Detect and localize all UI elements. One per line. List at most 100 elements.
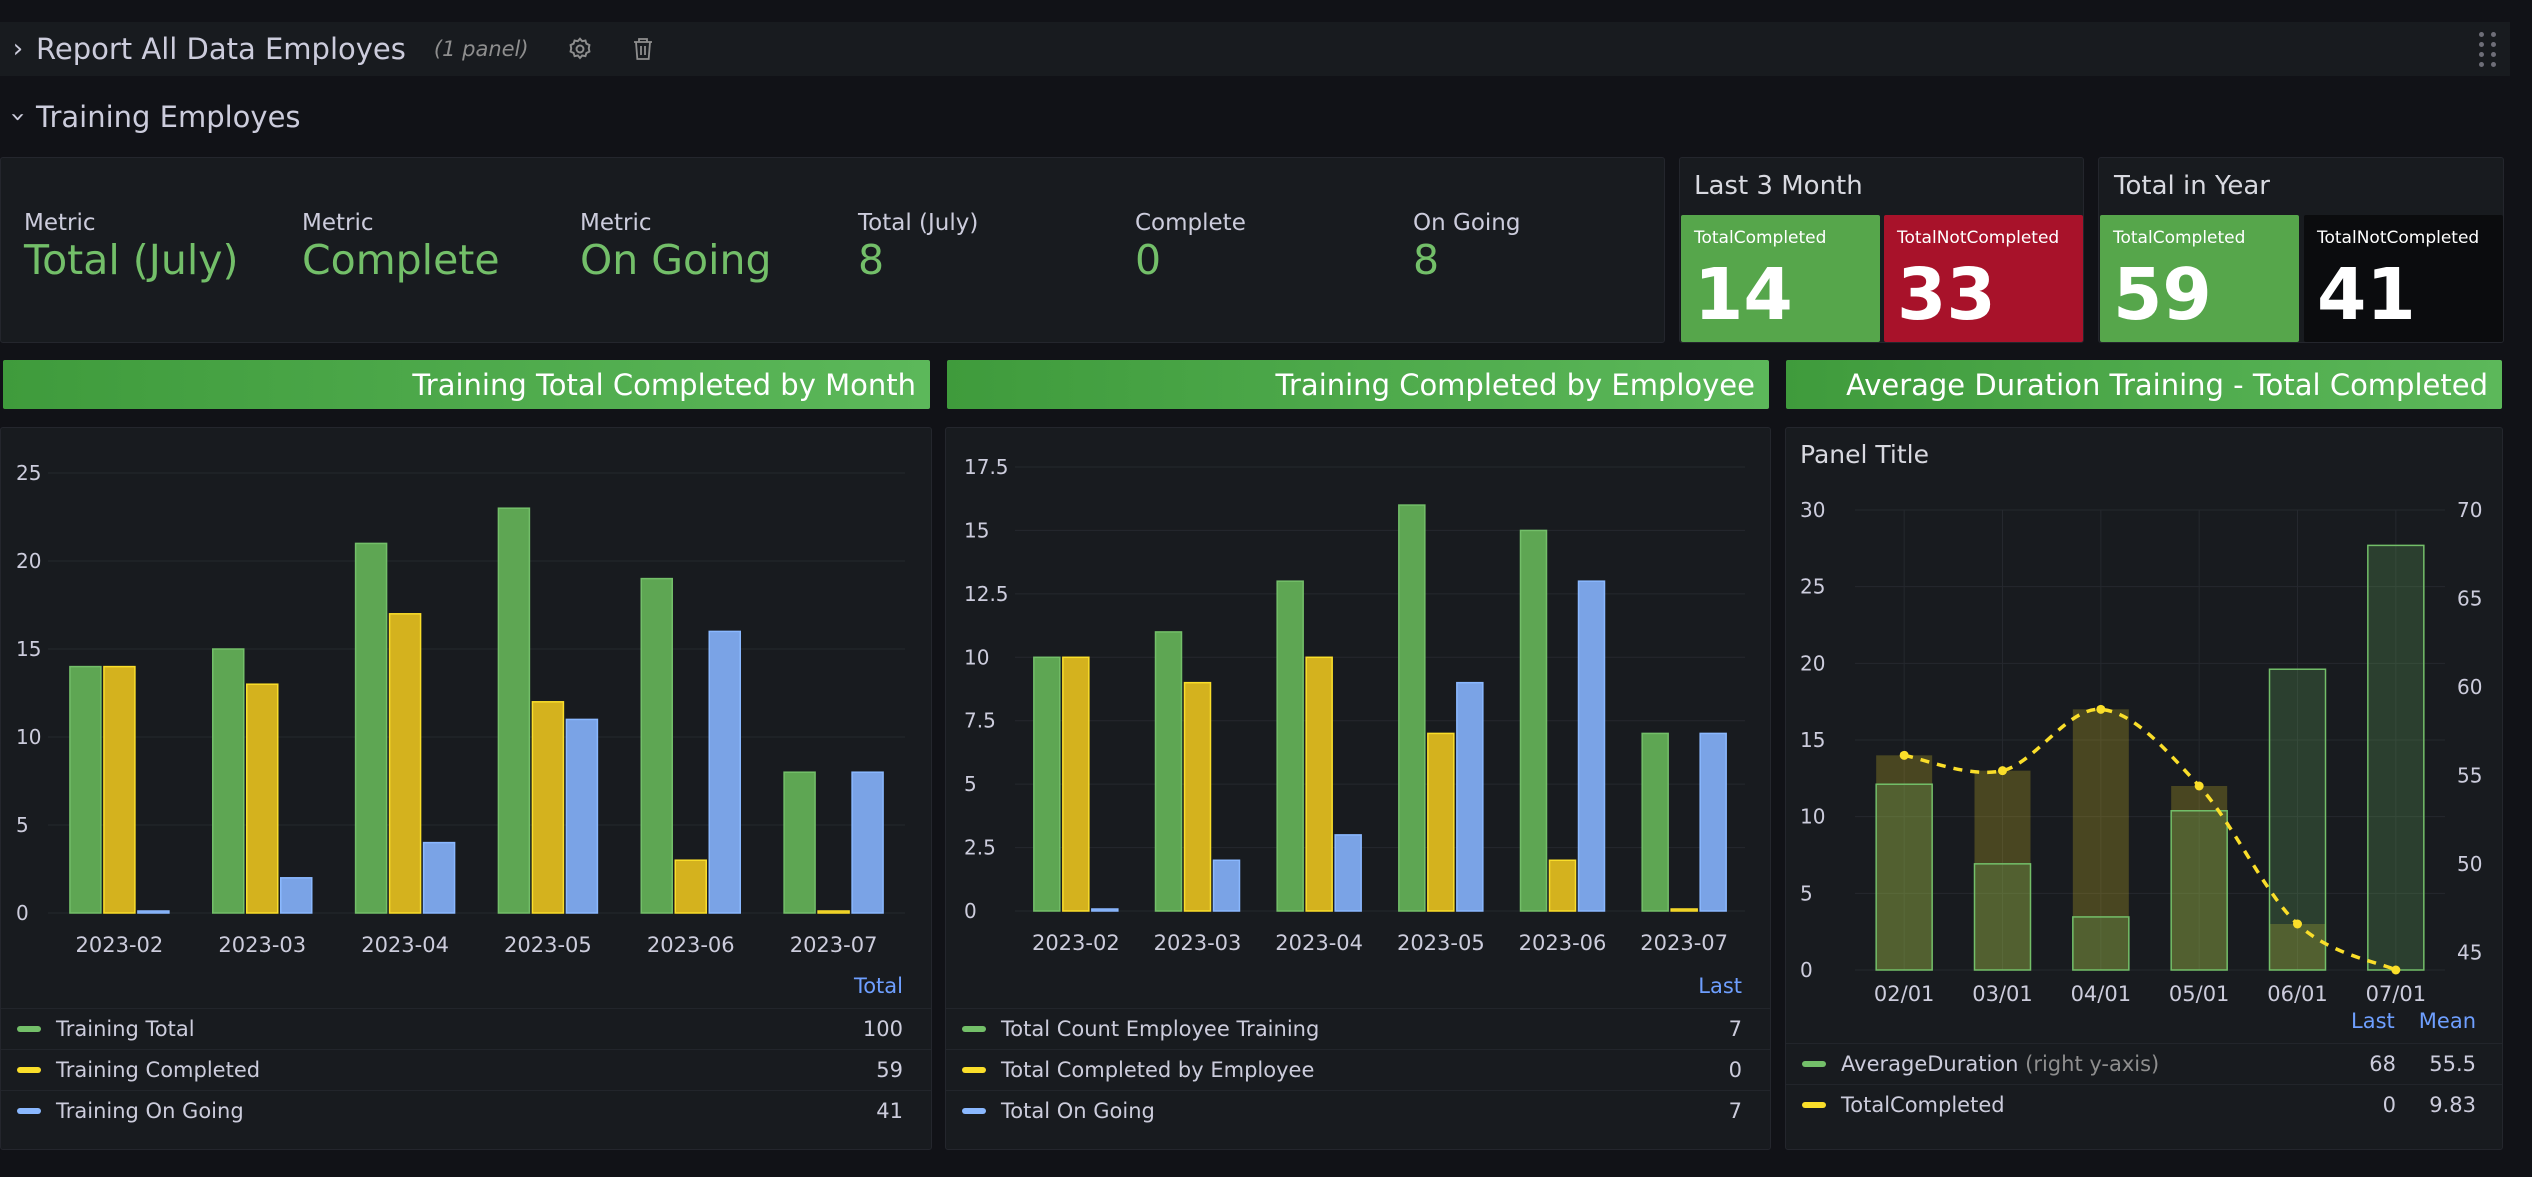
legend-swatch xyxy=(1802,1102,1826,1108)
stat-on-going: Metric On Going xyxy=(580,210,772,284)
bar xyxy=(674,859,707,914)
row-training-employes[interactable]: › Training Employes xyxy=(0,98,600,136)
row-report-all-data[interactable]: › Report All Data Employes (1 panel) xyxy=(0,22,2510,76)
bar xyxy=(1033,656,1061,912)
point-total-completed xyxy=(2096,704,2106,714)
y-tick-label: 25 xyxy=(1800,575,1825,599)
legend-value: 7 xyxy=(1728,1099,1742,1123)
bar xyxy=(280,877,313,914)
tile-total-completed: TotalCompleted 14 xyxy=(1681,215,1880,342)
bar xyxy=(1427,732,1455,912)
y-tick-label: 5 xyxy=(1800,881,1813,905)
row-title[interactable]: Training Employes xyxy=(36,100,301,134)
legend-swatch xyxy=(1802,1061,1826,1067)
legend-header-last[interactable]: Last xyxy=(2351,1009,2395,1033)
legend-name: TotalCompleted xyxy=(1841,1093,2005,1117)
bar xyxy=(1154,631,1183,912)
banner-training-by-employee: Training Completed by Employee xyxy=(947,360,1769,409)
legend-name: Training Total xyxy=(56,1017,195,1041)
chevron-right-icon[interactable]: › xyxy=(0,34,36,64)
stat-total-july-value: Total (July) 8 xyxy=(858,210,978,284)
y-right-tick-label: 45 xyxy=(2457,940,2482,964)
stat-label: Metric xyxy=(580,210,652,236)
x-tick-label: 2023-05 xyxy=(504,933,592,957)
y-tick-label: 0 xyxy=(16,901,29,925)
legend-value: 0 xyxy=(1728,1058,1742,1082)
point-total-completed xyxy=(1998,766,2007,776)
drag-handle-icon[interactable] xyxy=(2479,32,2498,67)
row-title[interactable]: Report All Data Employes xyxy=(36,32,406,66)
y-tick-label: 5 xyxy=(16,813,29,837)
stat-label: On Going xyxy=(1413,210,1521,236)
bar xyxy=(1519,529,1548,912)
legend-header-mean[interactable]: Mean xyxy=(2419,1009,2476,1033)
bar-average-duration xyxy=(1973,863,2032,971)
y-tick-label: 0 xyxy=(964,899,977,923)
y-right-tick-label: 60 xyxy=(2457,675,2482,699)
legend-swatch xyxy=(962,1067,986,1073)
y-tick-label: 15 xyxy=(16,637,41,661)
legend-header[interactable]: Total xyxy=(854,974,903,998)
legend-item[interactable]: Total On Going 7 xyxy=(946,1090,1770,1131)
bar xyxy=(1670,908,1698,912)
panel-title[interactable]: Last 3 Month xyxy=(1694,171,1863,201)
stat-value: Complete xyxy=(302,236,500,284)
bar xyxy=(565,718,599,914)
legend-item[interactable]: AverageDuration (right y-axis) 68 55.5 xyxy=(1786,1043,2502,1084)
tile-label: TotalNotCompleted xyxy=(1897,228,2060,248)
x-tick-label: 2023-04 xyxy=(361,933,449,957)
bar-average-duration xyxy=(2072,916,2130,971)
legend-item[interactable]: Training Completed 59 xyxy=(1,1049,931,1090)
stat-complete: Metric Complete xyxy=(302,210,500,284)
y-right-tick-label: 65 xyxy=(2457,586,2482,610)
x-tick-label: 07/01 xyxy=(2366,982,2427,1006)
x-tick-label: 02/01 xyxy=(1874,982,1935,1006)
legend-swatch xyxy=(17,1108,41,1114)
bar xyxy=(1398,504,1426,912)
bar xyxy=(531,701,565,914)
stat-value: On Going xyxy=(580,236,772,284)
chevron-down-icon[interactable]: › xyxy=(3,99,33,135)
stat-label: Complete xyxy=(1135,210,1246,236)
x-tick-label: 05/01 xyxy=(2169,982,2230,1006)
legend-item[interactable]: Training Total 100 xyxy=(1,1008,931,1049)
stat-value: 8 xyxy=(858,236,885,284)
legend-header[interactable]: Last xyxy=(1698,974,1742,998)
legend-name: AverageDuration xyxy=(1841,1052,2019,1076)
y-tick-label: 17.5 xyxy=(964,455,1009,479)
trash-icon[interactable] xyxy=(631,36,655,62)
y-tick-label: 7.5 xyxy=(964,709,996,733)
y-tick-label: 20 xyxy=(16,549,41,573)
x-tick-label: 2023-06 xyxy=(1519,931,1607,955)
bar xyxy=(1212,859,1241,912)
y-right-tick-label: 70 xyxy=(2457,498,2482,522)
legend-note: (right y-axis) xyxy=(2025,1052,2160,1076)
panel-title[interactable]: Total in Year xyxy=(2114,171,2270,201)
bar xyxy=(354,542,388,914)
tile-label: TotalCompleted xyxy=(1694,228,1827,248)
banner-average-duration: Average Duration Training - Total Comple… xyxy=(1786,360,2502,409)
legend-item[interactable]: Total Completed by Employee 0 xyxy=(946,1049,1770,1090)
bar-average-duration xyxy=(2170,810,2228,971)
bar xyxy=(1641,732,1669,912)
legend-item[interactable]: Training On Going 41 xyxy=(1,1090,931,1131)
bar xyxy=(137,910,170,914)
y-tick-label: 0 xyxy=(1800,958,1813,982)
x-tick-label: 2023-03 xyxy=(218,933,306,957)
legend-value-last: 0 xyxy=(2382,1093,2396,1117)
y-tick-label: 15 xyxy=(964,518,989,542)
bar xyxy=(1548,859,1577,912)
bar xyxy=(212,648,245,914)
legend-name: Total Completed by Employee xyxy=(1001,1058,1315,1082)
x-tick-label: 2023-04 xyxy=(1275,931,1363,955)
bar-chart-training-by-month: 0 5 10 15 20 25 2023-02 2023-03 2023-04 2023-05 20… xyxy=(16,461,905,957)
legend-swatch xyxy=(17,1026,41,1032)
x-tick-label: 2023-02 xyxy=(76,933,164,957)
gear-icon[interactable] xyxy=(567,36,593,62)
legend-item[interactable]: Total Count Employee Training 7 xyxy=(946,1008,1770,1049)
x-tick-label: 2023-07 xyxy=(790,933,878,957)
legend-swatch xyxy=(962,1108,986,1114)
legend-item[interactable]: TotalCompleted 0 9.83 xyxy=(1786,1084,2502,1125)
tile-value: 41 xyxy=(2317,253,2416,336)
x-tick-label: 04/01 xyxy=(2071,982,2132,1006)
